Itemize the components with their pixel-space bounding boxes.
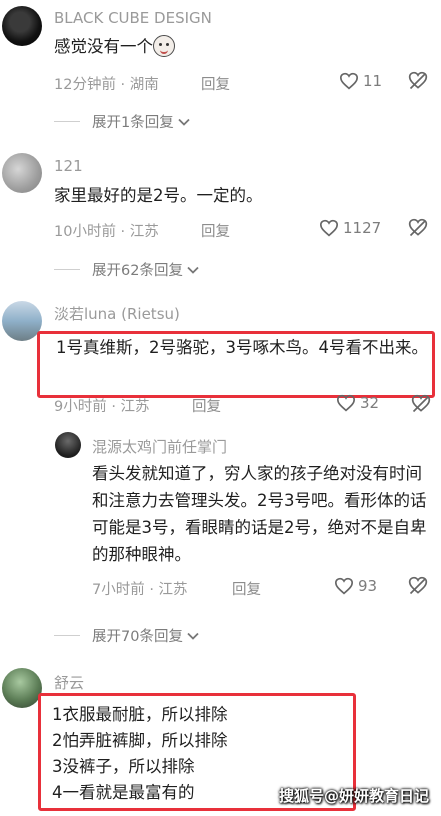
expand-replies-button[interactable]: 展开70条回复 xyxy=(54,625,200,646)
like-button[interactable]: 93 xyxy=(334,577,377,595)
avatar[interactable] xyxy=(2,668,42,708)
comment-meta: 12分钟前 · 湖南 xyxy=(54,77,159,93)
chevron-down-icon xyxy=(187,266,199,274)
reply-button[interactable]: 回复 xyxy=(201,220,230,241)
like-count: 32 xyxy=(360,394,380,412)
divider xyxy=(54,269,80,270)
expand-replies-button[interactable]: 展开62条回复 xyxy=(54,259,200,280)
comment-meta: 10小时前 · 江苏 xyxy=(54,224,159,240)
reply-meta: 7小时前 · 江苏 xyxy=(92,582,188,598)
comment-text: 感觉没有一个 xyxy=(54,33,175,60)
expand-label: 展开62条回复 xyxy=(92,263,183,279)
avatar[interactable] xyxy=(2,301,42,341)
avatar[interactable] xyxy=(2,153,42,193)
comment-username[interactable]: 舒云 xyxy=(54,672,84,693)
heart-icon xyxy=(319,219,339,237)
reply-text: 看头发就知道了，穷人家的孩子绝对没有时间和注意力去管理头发。2号3号吧。看形体的… xyxy=(92,464,427,564)
expand-label: 展开1条回复 xyxy=(92,115,174,131)
comment-meta: 9小时前 · 江苏 xyxy=(54,399,150,415)
like-button[interactable]: 1127 xyxy=(319,219,381,237)
reply-button[interactable]: 回复 xyxy=(201,73,230,94)
comment-text: 家里最好的是2号。一定的。 xyxy=(54,186,263,205)
like-count: 93 xyxy=(358,577,378,595)
avatar[interactable] xyxy=(2,6,42,46)
like-count: 1127 xyxy=(343,219,382,237)
like-button[interactable]: 11 xyxy=(339,72,382,90)
avatar[interactable] xyxy=(55,432,81,458)
dislike-icon[interactable] xyxy=(411,394,431,414)
dislike-icon[interactable] xyxy=(408,218,428,238)
like-count: 11 xyxy=(363,72,383,90)
reply-button[interactable]: 回复 xyxy=(232,578,261,599)
divider xyxy=(54,121,80,122)
comment-username[interactable]: 121 xyxy=(54,157,83,175)
dislike-icon[interactable] xyxy=(408,71,428,91)
expand-label: 展开70条回复 xyxy=(92,629,183,645)
chevron-down-icon xyxy=(187,632,199,640)
cat-face-icon xyxy=(153,34,175,57)
chevron-down-icon xyxy=(178,118,190,126)
comment-text-content: 感觉没有一个 xyxy=(54,37,153,56)
comment-line: 2怕弄脏裤脚，所以排除 xyxy=(52,731,228,750)
expand-replies-button[interactable]: 展开1条回复 xyxy=(54,111,191,132)
heart-icon xyxy=(334,577,354,595)
comment-line: 4一看就是最富有的 xyxy=(52,783,195,802)
heart-icon xyxy=(339,72,359,90)
reply-button[interactable]: 回复 xyxy=(192,395,221,416)
watermark: 搜狐号@妍妍教育日记 xyxy=(278,787,429,805)
heart-icon xyxy=(336,394,356,412)
dislike-icon[interactable] xyxy=(408,576,428,596)
comment-line: 1衣服最耐脏，所以排除 xyxy=(52,705,228,724)
divider xyxy=(54,635,80,636)
highlight-box xyxy=(37,331,435,398)
comment-username[interactable]: BLACK CUBE DESIGN xyxy=(54,9,212,27)
like-button[interactable]: 32 xyxy=(336,394,379,412)
comment-username[interactable]: 淡若luna (Rietsu) xyxy=(54,303,180,324)
comment-line: 3没裤子，所以排除 xyxy=(52,757,195,776)
reply-username[interactable]: 混源太鸡门前任掌门 xyxy=(92,436,227,457)
